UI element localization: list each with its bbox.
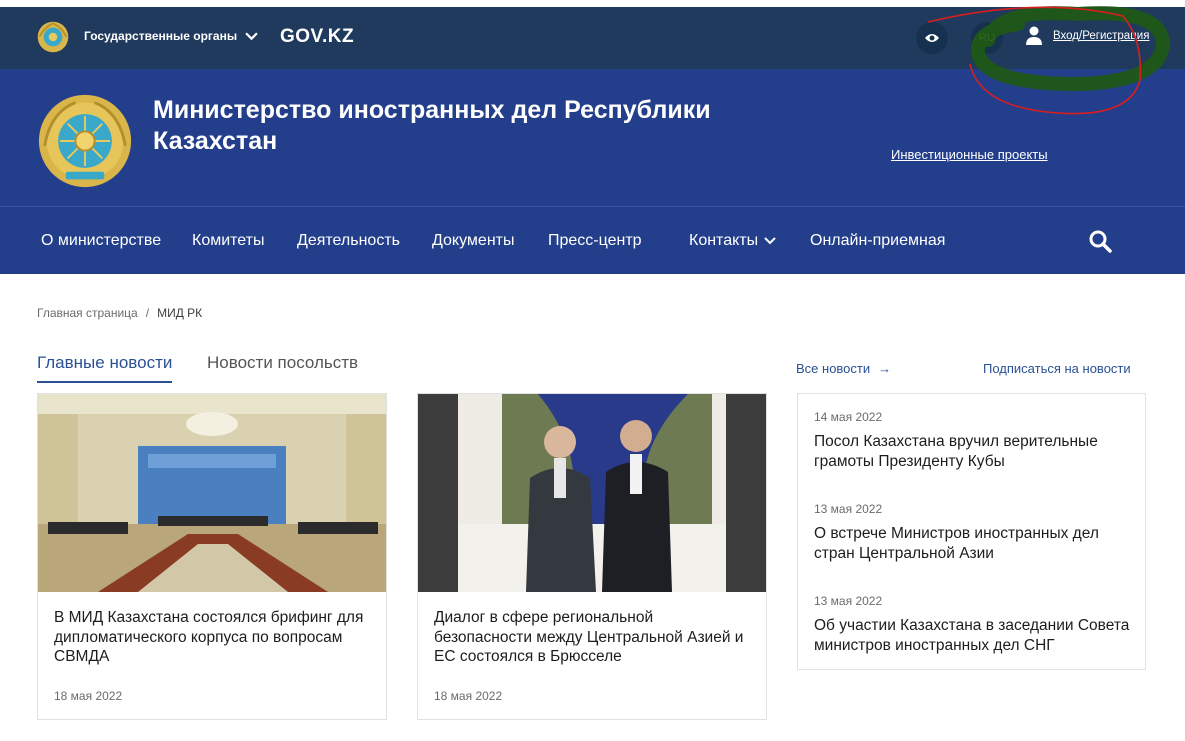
all-news-link[interactable]: Все новости → [796,361,891,376]
accessibility-button[interactable] [916,22,948,54]
news-photo-diplomats [418,394,766,592]
list-item-date: 14 мая 2022 [814,410,883,424]
login-link[interactable]: Вход [1053,30,1079,42]
breadcrumb: Главная страница / МИД РК [37,306,202,320]
breadcrumb-separator: / [145,306,150,320]
news-photo-briefing [38,394,386,592]
list-item-title[interactable]: О встрече Министров иностранных дел стра… [814,524,1134,563]
side-news-list: 14 мая 2022 Посол Казахстана вручил вери… [797,393,1146,670]
top-bar: Государственные органы GOV.KZ RU Вход/Ре… [0,7,1185,69]
list-item-date: 13 мая 2022 [814,502,883,516]
nav-item-online-reception[interactable]: Онлайн-приемная [810,232,945,250]
gov-agencies-label: Государственные органы [84,29,238,43]
emblem-icon[interactable] [36,20,70,54]
nav-item-documents[interactable]: Документы [432,232,514,250]
tab-embassy-news[interactable]: Новости посольств [207,353,358,381]
nav-item-contacts-label: Контакты [689,232,759,249]
news-card-date: 18 мая 2022 [54,689,123,703]
list-item-date: 13 мая 2022 [814,594,883,608]
user-icon[interactable] [1025,26,1043,46]
news-card-date: 18 мая 2022 [434,689,503,703]
news-card[interactable]: В МИД Казахстана состоялся брифинг для д… [37,393,387,720]
arrow-right-icon: → [878,361,892,376]
register-link[interactable]: Регистрация [1082,30,1149,42]
main-nav: О министерстве Комитеты Деятельность Док… [0,206,1185,274]
breadcrumb-current: МИД РК [157,306,203,320]
search-icon[interactable] [1088,229,1112,253]
news-card[interactable]: Диалог в сфере региональной безопасности… [417,393,767,720]
list-item[interactable]: 14 мая 2022 Посол Казахстана вручил вери… [814,410,1134,471]
ministry-title: Министерство иностранных дел Республики … [153,96,711,155]
state-emblem-icon[interactable] [37,93,133,189]
site-header: Министерство иностранных дел Республики … [0,69,1185,206]
nav-item-activity[interactable]: Деятельность [297,232,400,250]
list-item-title[interactable]: Посол Казахстана вручил верительные грам… [814,432,1134,471]
list-item[interactable]: 13 мая 2022 Об участии Казахстана в засе… [814,594,1134,655]
news-card-title[interactable]: В МИД Казахстана состоялся брифинг для д… [54,608,374,667]
login-register-link[interactable]: Вход/Регистрация [1053,30,1149,42]
language-button[interactable]: RU [971,22,1003,54]
list-item-title[interactable]: Об участии Казахстана в заседании Совета… [814,616,1134,655]
tab-main-news[interactable]: Главные новости [37,353,173,383]
news-card-title[interactable]: Диалог в сфере региональной безопасности… [434,608,754,667]
gov-agencies-menu[interactable]: Государственные органы [84,29,258,43]
chevron-down-icon [764,237,776,245]
nav-item-press-center[interactable]: Пресс-центр [548,232,642,250]
govkz-logo[interactable]: GOV.KZ [280,26,354,48]
nav-item-about[interactable]: О министерстве [41,232,161,250]
nav-item-contacts[interactable]: Контакты [689,232,776,250]
eye-icon [925,34,939,42]
subscribe-news-link[interactable]: Подписаться на новости [983,361,1131,376]
all-news-label: Все новости [796,361,871,376]
breadcrumb-home[interactable]: Главная страница [37,306,138,320]
list-item[interactable]: 13 мая 2022 О встрече Министров иностран… [814,502,1134,563]
chevron-down-icon [245,31,258,40]
investment-projects-link[interactable]: Инвестиционные проекты [891,147,1048,162]
nav-item-committees[interactable]: Комитеты [192,232,265,250]
